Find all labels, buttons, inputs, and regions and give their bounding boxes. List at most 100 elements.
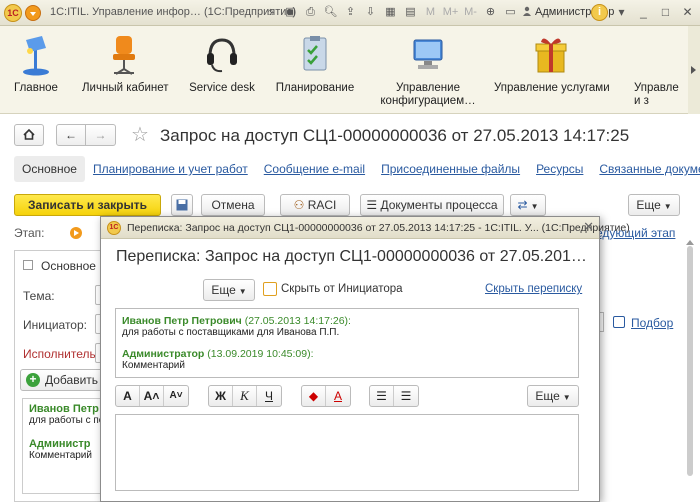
- theme-label: Тема:: [23, 289, 55, 303]
- clipboard-icon: [295, 34, 335, 76]
- titlebar-toolbar: ⌂ ▣ ⎙ 🔍︎ ⇪ ⇩ ▦ ▤ M M+ M- ⊕ ▭: [262, 4, 519, 21]
- selection-link[interactable]: Подбор: [631, 316, 673, 330]
- nav-row: ← →: [14, 124, 116, 146]
- bg-message-text: Комментарий: [29, 450, 92, 461]
- fill-color-icon[interactable]: ◆: [302, 386, 326, 406]
- dialog-more-button[interactable]: Еще ▼: [203, 279, 255, 301]
- text-color-button[interactable]: A: [326, 386, 350, 406]
- message-author-name: Иванов Петр Петрович: [122, 315, 242, 327]
- zoom-icon[interactable]: ⊕: [482, 4, 499, 21]
- m-plus-icon[interactable]: M+: [442, 4, 459, 21]
- font-button[interactable]: A: [116, 386, 140, 406]
- message-editor[interactable]: [115, 414, 579, 491]
- sections-scroll-right-icon[interactable]: [688, 26, 700, 114]
- exchange-dropdown-button[interactable]: ⇄ ▼: [510, 194, 546, 216]
- main-group-checkbox[interactable]: [23, 260, 33, 270]
- dialog-window-title: Переписка: Запрос на доступ СЦ1-00000000…: [127, 222, 630, 234]
- print-icon[interactable]: ⎙: [302, 4, 319, 21]
- bullet-list-icon[interactable]: ☰: [370, 386, 394, 406]
- m-minus-icon[interactable]: M-: [462, 4, 479, 21]
- hide-from-initiator-label[interactable]: Скрыть от Инициатора: [281, 283, 403, 295]
- section-personal[interactable]: Личный кабинет: [82, 34, 169, 95]
- main-group-label: Основное: [41, 259, 96, 273]
- section-service-mgmt[interactable]: Управление услугами: [494, 34, 610, 95]
- headset-icon: [202, 34, 242, 76]
- format-more-button[interactable]: Еще ▼: [527, 385, 579, 407]
- form-tabs: Основное Планирование и учет работ Сообщ…: [14, 156, 700, 182]
- main-menu-icon[interactable]: [25, 5, 41, 21]
- section-config-mgmt[interactable]: Управление конфигурацием…: [376, 34, 480, 108]
- process-docs-button[interactable]: ☰ Документы процесса: [360, 194, 504, 216]
- tab-related-docs[interactable]: Связанные документы: [591, 156, 700, 182]
- forward-button[interactable]: →: [86, 124, 116, 146]
- process-docs-label: Документы процесса: [380, 198, 498, 212]
- more-button[interactable]: Еще ▼: [628, 194, 680, 216]
- window-controls: i ▾ _ □ ✕: [591, 4, 696, 21]
- maximize-icon[interactable]: □: [657, 4, 674, 21]
- send-icon[interactable]: ⇪: [342, 4, 359, 21]
- calendar-icon[interactable]: ▦: [382, 4, 399, 21]
- m-icon[interactable]: M: [422, 4, 439, 21]
- cancel-button[interactable]: Отмена: [201, 194, 265, 216]
- scroll-up-icon[interactable]: [686, 240, 694, 245]
- calc-icon[interactable]: ▤: [402, 4, 419, 21]
- raci-button[interactable]: ⚇ RACI: [280, 194, 350, 216]
- italic-button[interactable]: К: [233, 386, 257, 406]
- tab-files[interactable]: Присоединенные файлы: [373, 156, 528, 182]
- home-button[interactable]: [14, 124, 44, 146]
- menu-arrow-icon[interactable]: ▾: [613, 4, 630, 21]
- dialog-titlebar: 1С Переписка: Запрос на доступ СЦ1-00000…: [101, 217, 630, 239]
- message-date: (13.09.2019 10:45:09):: [207, 348, 314, 360]
- hide-correspondence-link[interactable]: Скрыть переписку: [485, 283, 582, 295]
- bold-button[interactable]: Ж: [209, 386, 233, 406]
- list-group: ☰ ☰: [369, 385, 419, 407]
- section-partial[interactable]: Управле и з: [624, 34, 688, 108]
- initiator-label: Инициатор:: [23, 318, 87, 332]
- message-text: для работы с поставщиками для Иванова П.…: [122, 327, 340, 338]
- save-close-button[interactable]: Записать и закрыть: [14, 194, 161, 216]
- chevron-down-icon: ▼: [663, 202, 672, 211]
- sections-panel: Главное Личный кабинет Service desk План…: [0, 26, 700, 114]
- add-label: Добавить: [45, 373, 99, 387]
- section-label: Управле и з: [634, 82, 679, 107]
- numbered-list-icon[interactable]: ☰: [394, 386, 418, 406]
- back-button[interactable]: ←: [56, 124, 86, 146]
- dialog-more-label: Еще: [211, 283, 236, 297]
- tab-email[interactable]: Сообщение e-mail: [256, 156, 373, 182]
- minimize-icon[interactable]: _: [635, 4, 652, 21]
- messages-list: Иванов Петр Петрович (27.05.2013 14:17:2…: [115, 308, 579, 378]
- underline-button[interactable]: Ч: [257, 386, 281, 406]
- main-scrollbar[interactable]: [686, 240, 694, 476]
- dialog-close-icon[interactable]: ✕: [583, 219, 594, 235]
- save-icon[interactable]: ▣: [282, 4, 299, 21]
- computer-icon: [408, 34, 448, 76]
- preview-icon[interactable]: 🔍︎: [322, 4, 339, 21]
- home-icon[interactable]: ⌂: [262, 4, 279, 21]
- tab-main[interactable]: Основное: [14, 156, 85, 182]
- favorite-star-icon[interactable]: ☆: [131, 124, 149, 146]
- close-icon[interactable]: ✕: [679, 4, 696, 21]
- font-increase-button[interactable]: A˄: [140, 386, 164, 406]
- color-group: ◆ A: [301, 385, 351, 407]
- hide-from-initiator-checkbox[interactable]: [263, 282, 277, 296]
- scroll-track[interactable]: [687, 246, 693, 476]
- info-icon[interactable]: i: [591, 4, 608, 21]
- background-messages: Иванов Петр для работы с по Администр Ко…: [22, 398, 106, 494]
- section-label: Управление услугами: [494, 82, 610, 94]
- save-button[interactable]: [171, 194, 193, 216]
- selection-icon[interactable]: [613, 316, 625, 328]
- window-list-icon[interactable]: ▭: [502, 4, 519, 21]
- stage-play-icon[interactable]: [70, 227, 82, 239]
- gift-icon: [531, 34, 571, 76]
- history-nav: ← →: [56, 124, 116, 146]
- section-service-desk[interactable]: Service desk: [186, 34, 258, 95]
- stage-label: Этап:: [14, 226, 45, 240]
- tab-planning[interactable]: Планирование и учет работ: [85, 156, 256, 182]
- executor-label: Исполнитель:: [23, 347, 100, 361]
- section-planning[interactable]: Планирование: [274, 34, 356, 95]
- download-icon[interactable]: ⇩: [362, 4, 379, 21]
- tab-resources[interactable]: Ресурсы: [528, 156, 591, 182]
- font-decrease-button[interactable]: A˅: [164, 386, 188, 406]
- section-main[interactable]: Главное: [8, 34, 64, 95]
- font-style-group: Ж К Ч: [208, 385, 282, 407]
